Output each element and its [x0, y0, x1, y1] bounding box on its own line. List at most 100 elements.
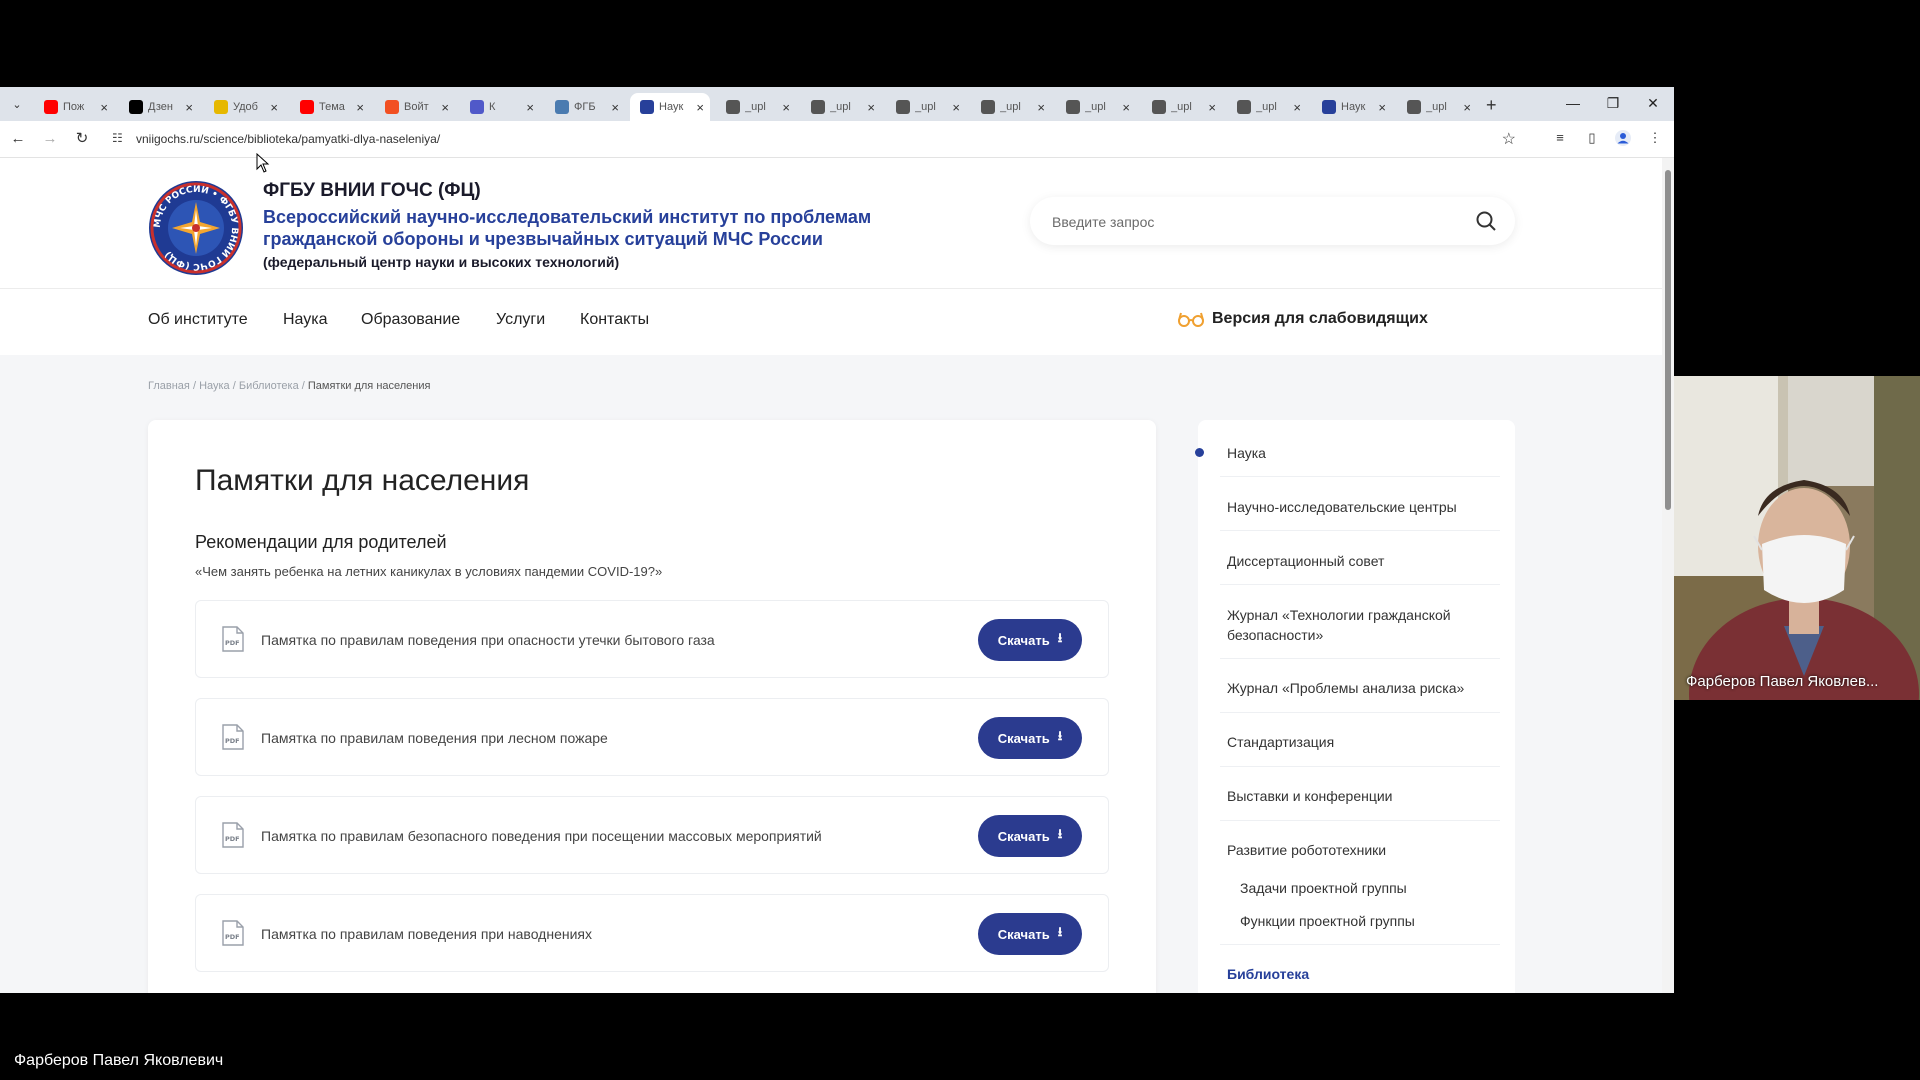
accessibility-version-link[interactable]: Версия для слабовидящих	[1178, 310, 1428, 328]
close-tab-icon[interactable]: ×	[526, 100, 534, 115]
page-title: Памятки для населения	[195, 464, 530, 497]
browser-tab[interactable]: _upl ×	[1227, 93, 1307, 121]
breadcrumb-current: Памятки для населения	[307, 380, 431, 392]
sidebar-item-robotics[interactable]: Развитие робототехники	[1227, 840, 1497, 860]
tab-title: _upl	[1000, 101, 1021, 113]
svg-text:PDF: PDF	[225, 933, 240, 941]
close-tab-icon[interactable]: ×	[1122, 100, 1130, 115]
close-tab-icon[interactable]: ×	[1378, 100, 1386, 115]
side-panel-icon[interactable]: ▯	[1582, 130, 1602, 148]
close-tab-icon[interactable]: ×	[270, 100, 278, 115]
close-tab-icon[interactable]: ×	[952, 100, 960, 115]
breadcrumb-science[interactable]: Наука	[199, 380, 230, 392]
scrollbar-thumb[interactable]	[1665, 170, 1671, 510]
search-input[interactable]	[1050, 209, 1454, 235]
download-button[interactable]: Скачать ⭳	[978, 717, 1082, 759]
nav-contacts[interactable]: Контакты	[580, 311, 649, 329]
tab-title: Удоб	[233, 101, 258, 113]
divider	[1220, 820, 1500, 821]
tab-title: Наук	[659, 101, 684, 113]
sidebar-item-journal-risk[interactable]: Журнал «Проблемы анализа риска»	[1227, 678, 1497, 698]
browser-menu-icon[interactable]: ⋮	[1645, 130, 1665, 148]
download-button[interactable]: Скачать ⭳	[978, 815, 1082, 857]
close-tab-icon[interactable]: ×	[185, 100, 193, 115]
page-scrollbar[interactable]	[1662, 158, 1674, 993]
browser-tab[interactable]: _upl ×	[801, 93, 881, 121]
profile-icon[interactable]	[1613, 130, 1633, 148]
sidebar-item-journal-tech[interactable]: Журнал «Технологии гражданской безопасно…	[1227, 605, 1497, 645]
browser-tab[interactable]: К ×	[460, 93, 540, 121]
divider	[1220, 712, 1500, 713]
close-tab-icon[interactable]: ×	[1208, 100, 1216, 115]
close-window-button[interactable]: ✕	[1643, 95, 1663, 112]
download-button[interactable]: Скачать ⭳	[978, 619, 1082, 661]
site-info-icon[interactable]: ☷	[112, 131, 123, 145]
sidebar-item-library[interactable]: Библиотека	[1227, 964, 1497, 984]
mchs-logo-icon[interactable]: МЧС РОССИИ • ФГБУ ВНИИ ГОЧС (ФЦ)	[148, 180, 244, 276]
section-subtitle[interactable]: «Чем занять ребенка на летних каникулах …	[195, 564, 662, 579]
breadcrumb-library[interactable]: Библиотека	[239, 380, 299, 392]
browser-tab[interactable]: _upl ×	[886, 93, 966, 121]
new-tab-button[interactable]: +	[1486, 95, 1497, 116]
close-tab-icon[interactable]: ×	[611, 100, 619, 115]
browser-tab[interactable]: _upl ×	[1142, 93, 1222, 121]
close-tab-icon[interactable]: ×	[867, 100, 875, 115]
tab-search-button[interactable]: ⌄	[6, 96, 28, 114]
nav-services[interactable]: Услуги	[496, 311, 545, 329]
nav-science[interactable]: Наука	[283, 311, 328, 329]
browser-tab[interactable]: _upl ×	[971, 93, 1051, 121]
browser-tab[interactable]: _upl ×	[716, 93, 796, 121]
org-full-name: Всероссийский научно-исследовательский и…	[263, 207, 872, 249]
address-bar[interactable]: ☷ vniigochs.ru/science/biblioteka/pamyat…	[104, 125, 1524, 153]
download-button[interactable]: Скачать ⭳	[978, 913, 1082, 955]
close-tab-icon[interactable]: ×	[1293, 100, 1301, 115]
sidebar-item-research-centers[interactable]: Научно-исследовательские центры	[1227, 497, 1497, 517]
close-tab-icon[interactable]: ×	[441, 100, 449, 115]
browser-tab[interactable]: Наук ×	[630, 93, 710, 121]
media-controls-icon[interactable]: ≡	[1550, 130, 1570, 148]
browser-tab[interactable]: Тема ×	[290, 93, 370, 121]
browser-tab[interactable]: Пож ×	[34, 93, 114, 121]
nav-education[interactable]: Образование	[361, 311, 460, 329]
restore-button[interactable]: ❐	[1603, 95, 1623, 112]
browser-tab[interactable]: Удоб ×	[204, 93, 284, 121]
bookmark-star-icon[interactable]: ☆	[1502, 129, 1516, 149]
minimize-button[interactable]: —	[1563, 95, 1583, 111]
sidebar-item-dissertation-council[interactable]: Диссертационный совет	[1227, 551, 1497, 571]
section-title: Рекомендации для родителей	[195, 532, 447, 552]
content-card: Памятки для населения Рекомендации для р…	[148, 420, 1156, 993]
browser-tab[interactable]: ФГБ ×	[545, 93, 625, 121]
tab-title: Наук	[1341, 101, 1366, 113]
tab-title: _upl	[1426, 101, 1447, 113]
close-tab-icon[interactable]: ×	[356, 100, 364, 115]
sidebar-subitem-functions[interactable]: Функции проектной группы	[1240, 911, 1510, 931]
document-row: PDF Памятка по правилам поведения при ле…	[195, 698, 1109, 776]
sidebar-item-exhibitions[interactable]: Выставки и конференции	[1227, 786, 1497, 806]
participant-video-tile[interactable]: Фарберов Павел Яковлев...	[1674, 376, 1920, 700]
forward-button[interactable]: →	[40, 129, 60, 149]
search-icon[interactable]	[1475, 210, 1497, 232]
close-tab-icon[interactable]: ×	[100, 100, 108, 115]
close-tab-icon[interactable]: ×	[1037, 100, 1045, 115]
main-navigation: Об институте Наука Образование Услуги Ко…	[0, 289, 1662, 355]
back-button[interactable]: ←	[8, 129, 28, 149]
close-tab-icon[interactable]: ×	[782, 100, 790, 115]
close-tab-icon[interactable]: ×	[696, 100, 704, 115]
reload-button[interactable]: ↻	[72, 129, 92, 149]
sidebar-item-standardization[interactable]: Стандартизация	[1227, 732, 1497, 752]
browser-tab[interactable]: Войт ×	[375, 93, 455, 121]
close-tab-icon[interactable]: ×	[1463, 100, 1471, 115]
browser-tab[interactable]: Наук ×	[1312, 93, 1392, 121]
browser-tab[interactable]: _upl ×	[1397, 93, 1477, 121]
browser-tab[interactable]: _upl ×	[1056, 93, 1136, 121]
nav-about[interactable]: Об институте	[148, 311, 248, 329]
active-bullet-icon	[1195, 448, 1204, 457]
globe-icon	[1152, 100, 1166, 114]
url-text[interactable]: vniigochs.ru/science/biblioteka/pamyatki…	[136, 132, 440, 146]
download-label: Скачать	[997, 926, 1050, 942]
breadcrumb-home[interactable]: Главная	[148, 380, 190, 392]
sidebar-item-science[interactable]: Наука	[1227, 443, 1497, 463]
browser-tab[interactable]: Дзен ×	[119, 93, 199, 121]
sidebar-subitem-tasks[interactable]: Задачи проектной группы	[1240, 878, 1510, 898]
download-icon: ⭳	[1057, 924, 1063, 939]
